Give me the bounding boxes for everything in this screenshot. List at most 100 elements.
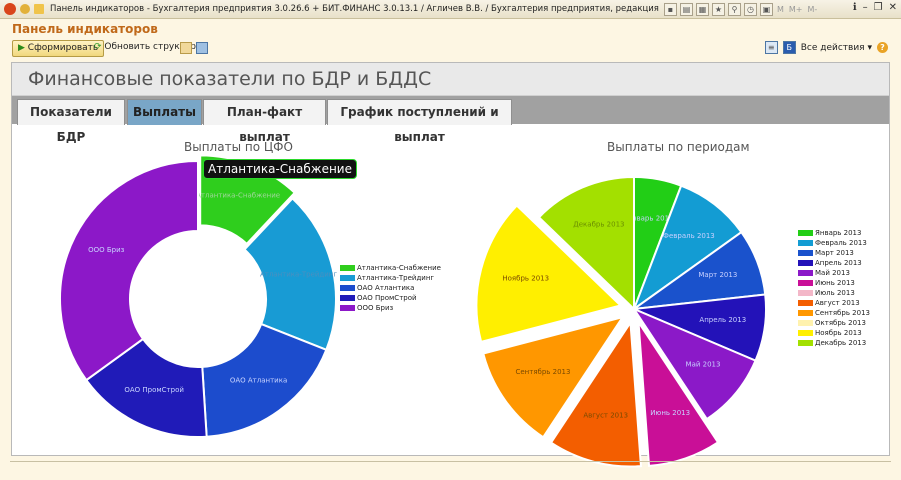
titlebar-tools: ▪ ▤ ▦ ★ ⚲ ◷ ▣ M M+ M- bbox=[664, 2, 818, 16]
chart1-legend-label: Атлантика-Трейдинг bbox=[357, 274, 435, 282]
chart2-legend-item[interactable]: Август 2013 bbox=[798, 298, 870, 308]
print-icon[interactable]: ▤ bbox=[680, 2, 693, 16]
chart1-legend-item[interactable]: ОАО Атлантика bbox=[340, 283, 441, 293]
form-button-label: Сформировать bbox=[27, 43, 99, 53]
chart1-legend-item[interactable]: Атлантика-Снабжение bbox=[340, 263, 441, 273]
minimize-icon[interactable]: – bbox=[863, 2, 868, 13]
settings-table-icon[interactable] bbox=[196, 42, 208, 54]
chart2-legend-item[interactable]: Апрель 2013 bbox=[798, 258, 870, 268]
memory-minus-button[interactable]: M- bbox=[808, 5, 818, 14]
chart2-legend-item[interactable]: Май 2013 bbox=[798, 268, 870, 278]
restore-icon[interactable]: ❐ bbox=[874, 2, 883, 13]
tab-plan-fact[interactable]: План-факт выплат bbox=[203, 99, 326, 144]
chart1-legend: Атлантика-Снабжение Атлантика-Трейдинг ОАО… bbox=[340, 263, 441, 313]
chart2-legend-swatch bbox=[798, 340, 813, 346]
close-icon[interactable]: ✕ bbox=[889, 2, 897, 13]
chart1-slice-label: ООО Бриз bbox=[88, 246, 125, 254]
chart1-legend-item[interactable]: Атлантика-Трейдинг bbox=[340, 273, 441, 283]
chart2-legend-item[interactable]: Октябрь 2013 bbox=[798, 318, 870, 328]
chart2-legend-item[interactable]: Февраль 2013 bbox=[798, 238, 870, 248]
chart2-legend-label: Май 2013 bbox=[815, 269, 850, 277]
chart2-slice-label: Март 2013 bbox=[698, 271, 737, 279]
charts-canvas: Атлантика-Снабжение Атлантика-Трейдинг ОАО… bbox=[59, 154, 767, 468]
tab-bdr-indicators[interactable]: Показатели БДР bbox=[17, 99, 125, 144]
play-icon: ▶ bbox=[18, 43, 25, 53]
chart2-legend-label: Март 2013 bbox=[815, 249, 854, 257]
chart2-legend-label: Апрель 2013 bbox=[815, 259, 862, 267]
list-view-icon[interactable]: ≡ bbox=[764, 41, 778, 54]
banner: Финансовые показатели по БДР и БДДС bbox=[12, 63, 889, 96]
preview-icon[interactable]: ▦ bbox=[696, 2, 709, 16]
chart1-legend-swatch bbox=[340, 295, 355, 301]
chart2-legend-label: Январь 2013 bbox=[815, 229, 862, 237]
banner-title: Финансовые показатели по БДР и БДДС bbox=[28, 68, 432, 90]
chart2-slice-label: Апрель 2013 bbox=[699, 316, 746, 324]
chart2-legend-item[interactable]: Март 2013 bbox=[798, 248, 870, 258]
chart1-legend-swatch bbox=[340, 285, 355, 291]
form-button[interactable]: ▶ Сформировать bbox=[12, 40, 105, 57]
chart2-legend-swatch bbox=[798, 260, 813, 266]
chart2-legend-label: Октябрь 2013 bbox=[815, 319, 866, 327]
help-icon[interactable]: ? bbox=[877, 42, 888, 53]
chart2-legend-swatch bbox=[798, 330, 813, 336]
chart2-legend-swatch bbox=[798, 280, 813, 286]
chart1-legend-label: ОАО ПромСтрой bbox=[357, 294, 417, 302]
chart2-slice-label: Февраль 2013 bbox=[663, 232, 715, 240]
chart2-legend-swatch bbox=[798, 250, 813, 256]
chart1-legend-label: ООО Бриз bbox=[357, 304, 394, 312]
chart2-legend-item[interactable]: Январь 2013 bbox=[798, 228, 870, 238]
chart1-legend-label: Атлантика-Снабжение bbox=[357, 264, 441, 272]
chart1-legend-swatch bbox=[340, 275, 355, 281]
history-icon[interactable]: ◷ bbox=[744, 2, 757, 16]
chart2-slice-label: Ноябрь 2013 bbox=[502, 275, 549, 283]
info-icon[interactable]: ℹ bbox=[853, 2, 857, 13]
chart1-legend-item[interactable]: ОАО ПромСтрой bbox=[340, 293, 441, 303]
chart1-legend-swatch bbox=[340, 265, 355, 271]
chart2-slice-label: Декабрь 2013 bbox=[573, 220, 624, 228]
chart2-legend-swatch bbox=[798, 230, 813, 236]
chart2-slice-label: Май 2013 bbox=[686, 360, 721, 368]
chart1-slice-ооо-бриз[interactable] bbox=[59, 159, 199, 382]
link-icon[interactable]: ⚲ bbox=[728, 2, 741, 16]
memory-plus-button[interactable]: M+ bbox=[789, 5, 803, 14]
chart2-legend-item[interactable]: Ноябрь 2013 bbox=[798, 328, 870, 338]
tab-income-schedule[interactable]: График поступлений и выплат bbox=[327, 99, 512, 144]
chart1-legend-label: ОАО Атлантика bbox=[357, 284, 415, 292]
chart1-legend-item[interactable]: ООО Бриз bbox=[340, 303, 441, 313]
chart2-legend-label: Август 2013 bbox=[815, 299, 860, 307]
app-logo-icon[interactable] bbox=[4, 3, 16, 15]
favorite-star-icon[interactable] bbox=[34, 4, 44, 14]
chart2-legend-swatch bbox=[798, 310, 813, 316]
chart2-legend-swatch bbox=[798, 290, 813, 296]
star-icon[interactable]: ★ bbox=[712, 2, 725, 16]
chart2-legend-label: Сентябрь 2013 bbox=[815, 309, 870, 317]
menu-icon[interactable] bbox=[20, 4, 30, 14]
folder-icon[interactable] bbox=[180, 42, 192, 54]
command-bar: ▶ Сформировать ⟳ Обновить структуру ≡ Б … bbox=[10, 39, 890, 57]
chart2-legend-swatch bbox=[798, 240, 813, 246]
window-title: Панель индикаторов - Бухгалтерия предпри… bbox=[50, 4, 660, 14]
chart2-slice-label: Август 2013 bbox=[583, 411, 628, 419]
right-toolbar: ≡ Б Все действия ▾ ? bbox=[764, 40, 888, 55]
report-icon[interactable]: Б bbox=[782, 41, 796, 54]
chart2-legend-swatch bbox=[798, 270, 813, 276]
chart2-legend-item[interactable]: Июль 2013 bbox=[798, 288, 870, 298]
chevron-down-icon: ▾ bbox=[867, 42, 872, 53]
save-icon[interactable]: ▪ bbox=[664, 2, 677, 16]
chart2-slice-label: Сентябрь 2013 bbox=[515, 368, 570, 376]
chart2-legend-item[interactable]: Июнь 2013 bbox=[798, 278, 870, 288]
dashboard-panel: Финансовые показатели по БДР и БДДС Пока… bbox=[11, 62, 890, 468]
tab-payments[interactable]: Выплаты bbox=[127, 99, 202, 125]
chart2-legend-label: Ноябрь 2013 bbox=[815, 329, 862, 337]
chart2-legend-item[interactable]: Сентябрь 2013 bbox=[798, 308, 870, 318]
window-controls: ℹ – ❐ ✕ bbox=[853, 2, 897, 13]
all-actions-menu[interactable]: Все действия ▾ bbox=[801, 43, 872, 53]
chart1-slice-label: Атлантика-Трейдинг bbox=[260, 271, 337, 279]
chart1-slice-label: ОАО ПромСтрой bbox=[124, 386, 184, 394]
chart2-slice-label: Июнь 2013 bbox=[650, 409, 690, 417]
memory-m-button[interactable]: M bbox=[777, 5, 784, 14]
all-actions-label: Все действия bbox=[800, 42, 865, 53]
chart2-legend-item[interactable]: Декабрь 2013 bbox=[798, 338, 870, 348]
calc-icon[interactable]: ▣ bbox=[760, 2, 773, 16]
chart1-tooltip: Атлантика-Снабжение bbox=[203, 159, 357, 179]
